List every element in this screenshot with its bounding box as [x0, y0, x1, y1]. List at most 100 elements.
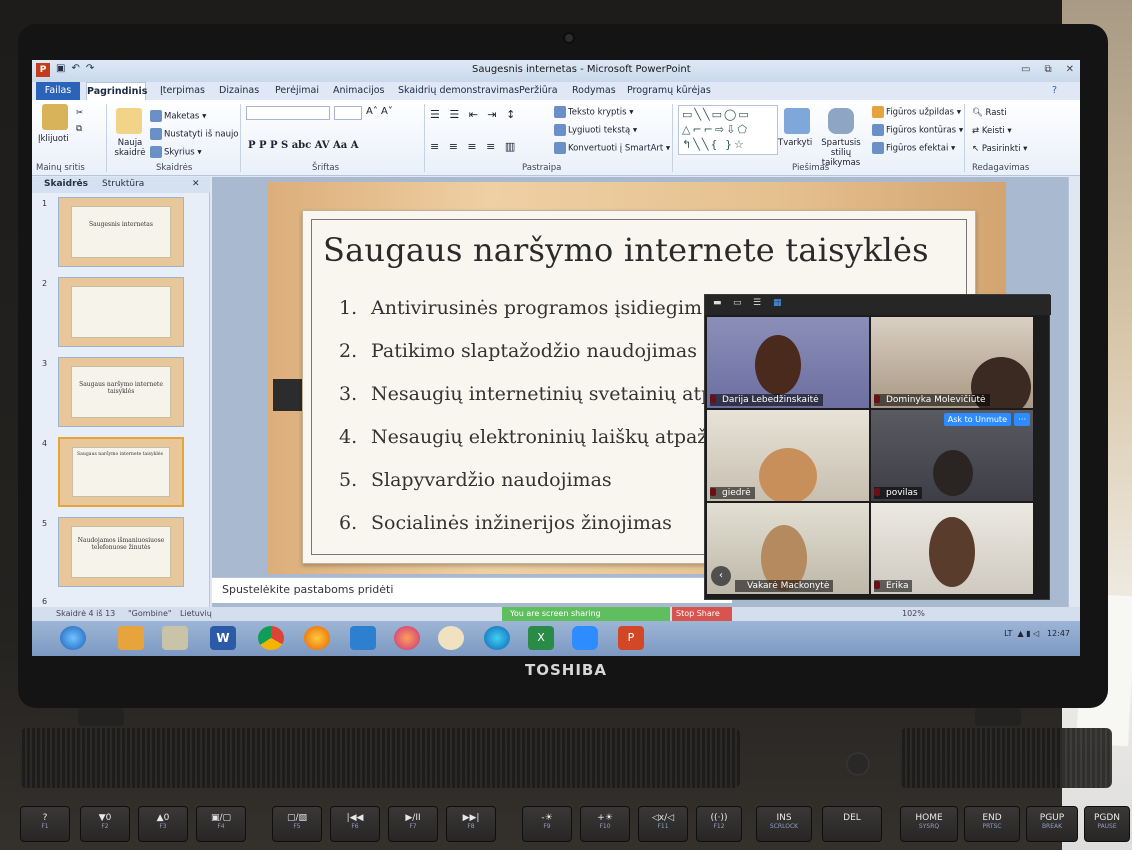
help-icon[interactable]: ? — [1052, 85, 1057, 96]
excel-icon[interactable]: X — [528, 626, 554, 650]
key-f8[interactable]: ▶▶| F8 — [446, 806, 496, 842]
arrange-icon[interactable] — [784, 108, 810, 134]
select-button[interactable]: ↖ Pasirinkti ▾ — [972, 144, 1027, 154]
key-f3[interactable]: ▲0 F3 — [138, 806, 188, 842]
speaker-view-icon[interactable]: ▭ — [733, 298, 742, 308]
word-icon[interactable]: W — [210, 626, 236, 650]
tab-insert[interactable]: Įterpimas — [160, 85, 205, 96]
tab-file[interactable]: Failas — [36, 82, 80, 100]
tray-clock[interactable]: 12:47 — [1047, 629, 1070, 638]
participant-tile[interactable]: Darija Lebedžinskaitė — [707, 317, 869, 408]
font-format-tools[interactable]: P P P S abc AV Aa A — [248, 140, 359, 151]
shape-effects-button[interactable]: Figūros efektai ▾ — [872, 142, 955, 154]
key-f12[interactable]: ((·)) F12 — [696, 806, 742, 842]
slide-thumbnail-1[interactable]: Saugesnis internetas — [58, 197, 184, 267]
slide-list[interactable]: 1. Antivirusinės programos įsidiegim 2. Pa… — [339, 287, 713, 545]
participant-tile[interactable]: Dominyka Molevičiūtė — [871, 317, 1033, 408]
key-f5[interactable]: ▢/▨ F5 — [272, 806, 322, 842]
layout-button[interactable]: Maketas ▾ — [150, 110, 206, 122]
more-options-button[interactable]: ··· — [1014, 413, 1030, 426]
zoom-gallery-window[interactable]: ▬ ▭ ☰ ▦ Darija Lebedžinskaitė Dominyka M… — [704, 294, 1051, 600]
section-button[interactable]: Skyrius ▾ — [150, 146, 202, 158]
new-slide-icon[interactable] — [116, 108, 142, 134]
tab-view[interactable]: Rodymas — [572, 85, 616, 96]
participant-tile[interactable]: giedrė — [707, 410, 869, 501]
tab-animations[interactable]: Animacijos — [333, 85, 385, 96]
quick-styles-icon[interactable] — [828, 108, 854, 134]
grow-font-icon[interactable]: A˄ A˅ — [366, 106, 393, 117]
ask-to-unmute-button[interactable]: Ask to Unmute — [943, 413, 1011, 426]
key-f9[interactable]: -☀ F9 — [522, 806, 572, 842]
tab-review[interactable]: Peržiūra — [519, 85, 558, 96]
shape-fill-button[interactable]: Figūros užpildas ▾ — [872, 106, 961, 118]
participant-tile[interactable]: Ask to Unmute ··· povilas — [871, 410, 1033, 501]
convert-smartart-button[interactable]: Konvertuoti į SmartArt ▾ — [554, 142, 670, 154]
slide-thumbnail-4[interactable]: Saugaus naršymo internete taisyklės — [58, 437, 184, 507]
gallery-view-icon[interactable]: ▦ — [773, 298, 782, 308]
tab-design[interactable]: Dizainas — [219, 85, 259, 96]
align-icons[interactable]: ≡ ≡ ≡ ≡ ▥ — [430, 140, 518, 153]
redo-icon[interactable]: ↷ — [86, 63, 94, 77]
align-text-button[interactable]: Lygiuoti tekstą ▾ — [554, 124, 637, 136]
key-home[interactable]: HOME SYSRQ — [900, 806, 958, 842]
notes-field[interactable]: Spustelėkite pastaboms pridėti — [212, 577, 732, 603]
tab-slides[interactable]: Skaidrės — [44, 179, 88, 189]
copy-icon[interactable]: ⧉ — [76, 124, 82, 134]
participant-tile[interactable]: ‹ Vakarė Mackonytė — [707, 503, 869, 594]
stop-share-button[interactable]: Stop Share — [672, 607, 732, 621]
slide-thumbnail-3[interactable]: Saugaus naršymo internete taisyklės — [58, 357, 184, 427]
minimize-icon[interactable]: ▭ — [1021, 64, 1030, 75]
font-name-select[interactable] — [246, 106, 330, 120]
paste-icon[interactable] — [42, 104, 68, 130]
firefox-dev-icon[interactable] — [394, 626, 420, 650]
key-end[interactable]: END PRTSC — [964, 806, 1020, 842]
reset-button[interactable]: Nustatyti iš naujo — [150, 128, 239, 140]
power-button-icon[interactable] — [846, 752, 870, 776]
list-icons[interactable]: ☰ ☰ ⇤ ⇥ ↕ — [430, 108, 518, 121]
participant-tile[interactable]: Erika — [871, 503, 1033, 594]
new-slide-button[interactable]: Nauja skaidrė — [110, 138, 150, 158]
slide-thumbnail-2[interactable] — [58, 277, 184, 347]
find-button[interactable]: 🔍︎ Rasti — [972, 108, 1007, 118]
zoom-level[interactable]: 102% — [902, 609, 925, 618]
restore-icon[interactable]: ⧉ — [1044, 64, 1051, 75]
folder-icon[interactable] — [162, 626, 188, 650]
key-del[interactable]: DEL — [822, 806, 882, 842]
media-icon[interactable] — [438, 626, 464, 650]
tab-outline[interactable]: Struktūra — [102, 179, 144, 189]
system-tray[interactable]: LT ▲ ▮ ◁ 12:47 — [1004, 629, 1070, 639]
key-pgdn[interactable]: PGDN PAUSE — [1084, 806, 1130, 842]
key-f4[interactable]: ▣/▢ F4 — [196, 806, 246, 842]
cut-icon[interactable]: ✂ — [76, 108, 83, 118]
start-button-icon[interactable] — [60, 626, 86, 650]
app-icon[interactable] — [350, 626, 376, 650]
paste-button[interactable]: Įklijuoti — [38, 134, 69, 144]
vertical-scrollbar[interactable] — [1068, 177, 1080, 607]
close-pane-icon[interactable]: ✕ — [192, 179, 200, 189]
chrome-icon[interactable] — [258, 626, 284, 650]
replace-button[interactable]: ⇄ Keisti ▾ — [972, 126, 1012, 136]
tab-developer[interactable]: Programų kūrėjas — [627, 85, 711, 96]
key-f10[interactable]: +☀ F10 — [580, 806, 630, 842]
powerpoint-taskbar-icon[interactable]: P — [618, 626, 644, 650]
zoom-app-icon[interactable] — [572, 626, 598, 650]
slide-thumbnail-5[interactable]: Naudojamos išmaniuosiuose telefonuose ži… — [58, 517, 184, 587]
media-player-icon[interactable] — [118, 626, 144, 650]
key-ins[interactable]: INS SCRLOCK — [756, 806, 812, 842]
key-f7[interactable]: ▶/II F7 — [388, 806, 438, 842]
firefox-icon[interactable] — [304, 626, 330, 650]
key-f1[interactable]: ? F1 — [20, 806, 70, 842]
tab-transitions[interactable]: Perėjimai — [275, 85, 319, 96]
tray-language[interactable]: LT — [1004, 629, 1012, 638]
text-direction-button[interactable]: Teksto kryptis ▾ — [554, 106, 634, 118]
close-icon[interactable]: ✕ — [1066, 64, 1074, 75]
slide-title[interactable]: Saugaus naršymo internete taisyklės — [323, 231, 929, 269]
key-f11[interactable]: ◁x/◁ F11 — [638, 806, 688, 842]
undo-icon[interactable]: ↶ — [71, 63, 79, 77]
minimize-icon[interactable]: ▬ — [713, 298, 722, 308]
shape-outline-button[interactable]: Figūros kontūras ▾ — [872, 124, 963, 136]
language-indicator[interactable]: Lietuvių — [180, 609, 212, 618]
key-pgup[interactable]: PGUP BREAK — [1026, 806, 1078, 842]
tab-home[interactable]: Pagrindinis — [86, 82, 147, 101]
key-f6[interactable]: |◀◀ F6 — [330, 806, 380, 842]
